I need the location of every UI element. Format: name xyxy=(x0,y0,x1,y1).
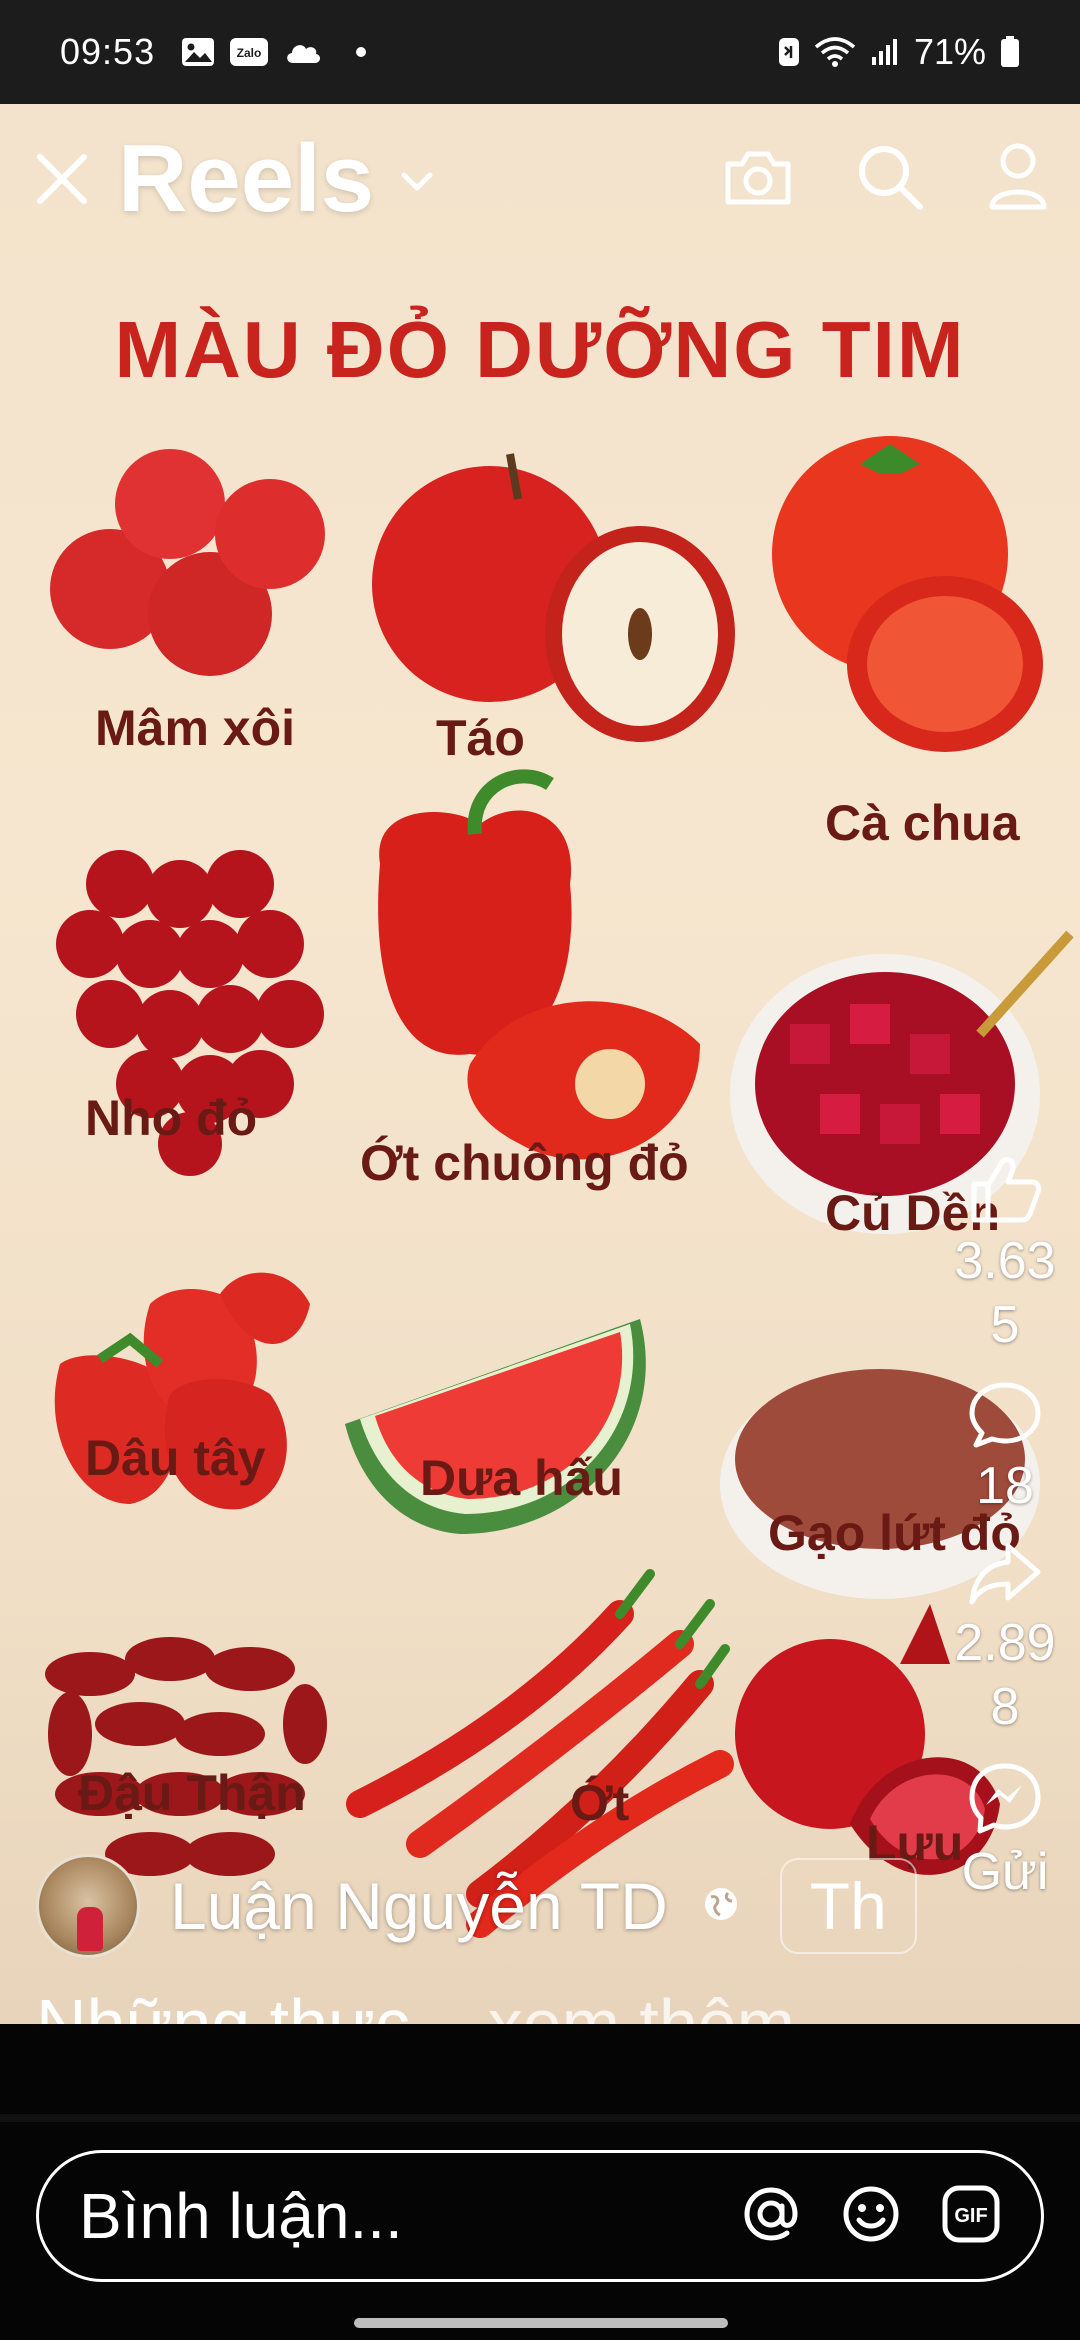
divider xyxy=(0,2114,1080,2122)
food-label-bell-pepper: Ớt chuông đỏ xyxy=(360,1135,689,1191)
nfc-icon xyxy=(778,37,800,67)
comment-icon[interactable] xyxy=(968,1379,1042,1454)
food-illustrations xyxy=(45,436,1074,1938)
like-count: 3.63 5 xyxy=(954,1232,1056,1354)
food-label-kidney-beans: Đậu Thận xyxy=(78,1765,306,1821)
share-button[interactable]: 2.89 8 xyxy=(954,1540,1056,1739)
status-bar: 09:53 Zalo 71% xyxy=(0,0,1080,104)
food-label-tomato: Cà chua xyxy=(825,795,1020,851)
comment-bar: Bình luận... GIF xyxy=(0,2024,1080,2340)
zalo-icon: Zalo xyxy=(229,37,269,67)
share-icon[interactable] xyxy=(968,1540,1042,1611)
home-indicator[interactable] xyxy=(354,2318,728,2328)
food-label-apple: Táo xyxy=(436,710,525,766)
comment-placeholder: Bình luận... xyxy=(79,2180,403,2252)
status-notification-icons: Zalo xyxy=(181,37,367,67)
caption-text: Những thực... xyxy=(36,1985,469,2024)
see-more-link[interactable]: xem thêm xyxy=(488,1985,795,2024)
food-label-strawberry: Dâu tây xyxy=(85,1430,266,1486)
send-button[interactable]: Gửi xyxy=(961,1761,1049,1904)
reel-actions: 3.63 5 18 2.89 8 Gửi xyxy=(930,1154,1080,1916)
share-count: 2.89 8 xyxy=(954,1614,1056,1736)
food-label-watermelon: Dưa hấu xyxy=(420,1450,623,1506)
comment-button[interactable]: 18 xyxy=(968,1379,1042,1518)
like-button[interactable]: 3.63 5 xyxy=(954,1154,1056,1357)
tomato-image xyxy=(772,436,1043,752)
messenger-icon[interactable] xyxy=(968,1761,1042,1840)
reel-video[interactable]: Reels MÀU ĐỎ DƯỠNG TIM Mâm xôi Táo Cà ch… xyxy=(0,104,1080,2024)
status-system-icons: 71% xyxy=(778,31,1020,73)
battery-icon xyxy=(1000,36,1020,68)
gif-label: GIF xyxy=(954,2205,987,2227)
globe-icon xyxy=(702,1885,740,1928)
status-time: 09:53 xyxy=(60,31,156,72)
avatar[interactable] xyxy=(36,1854,140,1958)
food-label-raspberry: Mâm xôi xyxy=(95,700,296,756)
author-name[interactable]: Luận Nguyễn TD xyxy=(170,1868,668,1944)
signal-icon xyxy=(870,37,900,67)
caption[interactable]: Những thực... xem thêm xyxy=(36,1984,795,2024)
apple-image xyxy=(372,453,735,742)
battery-percent: 71% xyxy=(913,31,986,72)
gif-icon[interactable]: GIF xyxy=(941,2184,1001,2249)
raspberry-image xyxy=(50,449,325,676)
dot-icon xyxy=(355,46,367,58)
comment-count: 18 xyxy=(976,1457,1034,1515)
emoji-icon[interactable] xyxy=(841,2184,901,2249)
food-label-grapes: Nho đỏ xyxy=(85,1090,258,1146)
mention-icon[interactable] xyxy=(741,2184,801,2249)
bell-pepper-image xyxy=(378,769,700,1160)
food-label-chili: Ớt xyxy=(570,1775,630,1831)
comment-input[interactable]: Bình luận... GIF xyxy=(36,2150,1044,2282)
wifi-icon xyxy=(814,36,856,68)
cloud-icon xyxy=(283,39,323,65)
send-label: Gửi xyxy=(961,1843,1049,1901)
zalo-text: Zalo xyxy=(237,46,262,60)
kidney-beans-image xyxy=(45,1637,327,1876)
like-icon[interactable] xyxy=(968,1154,1042,1229)
more-options-button[interactable]: ... xyxy=(976,1984,1046,2024)
author-row: Luận Nguyễn TD Th xyxy=(36,1854,917,1958)
follow-button[interactable]: Th xyxy=(779,1858,917,1954)
gallery-icon xyxy=(181,37,215,67)
